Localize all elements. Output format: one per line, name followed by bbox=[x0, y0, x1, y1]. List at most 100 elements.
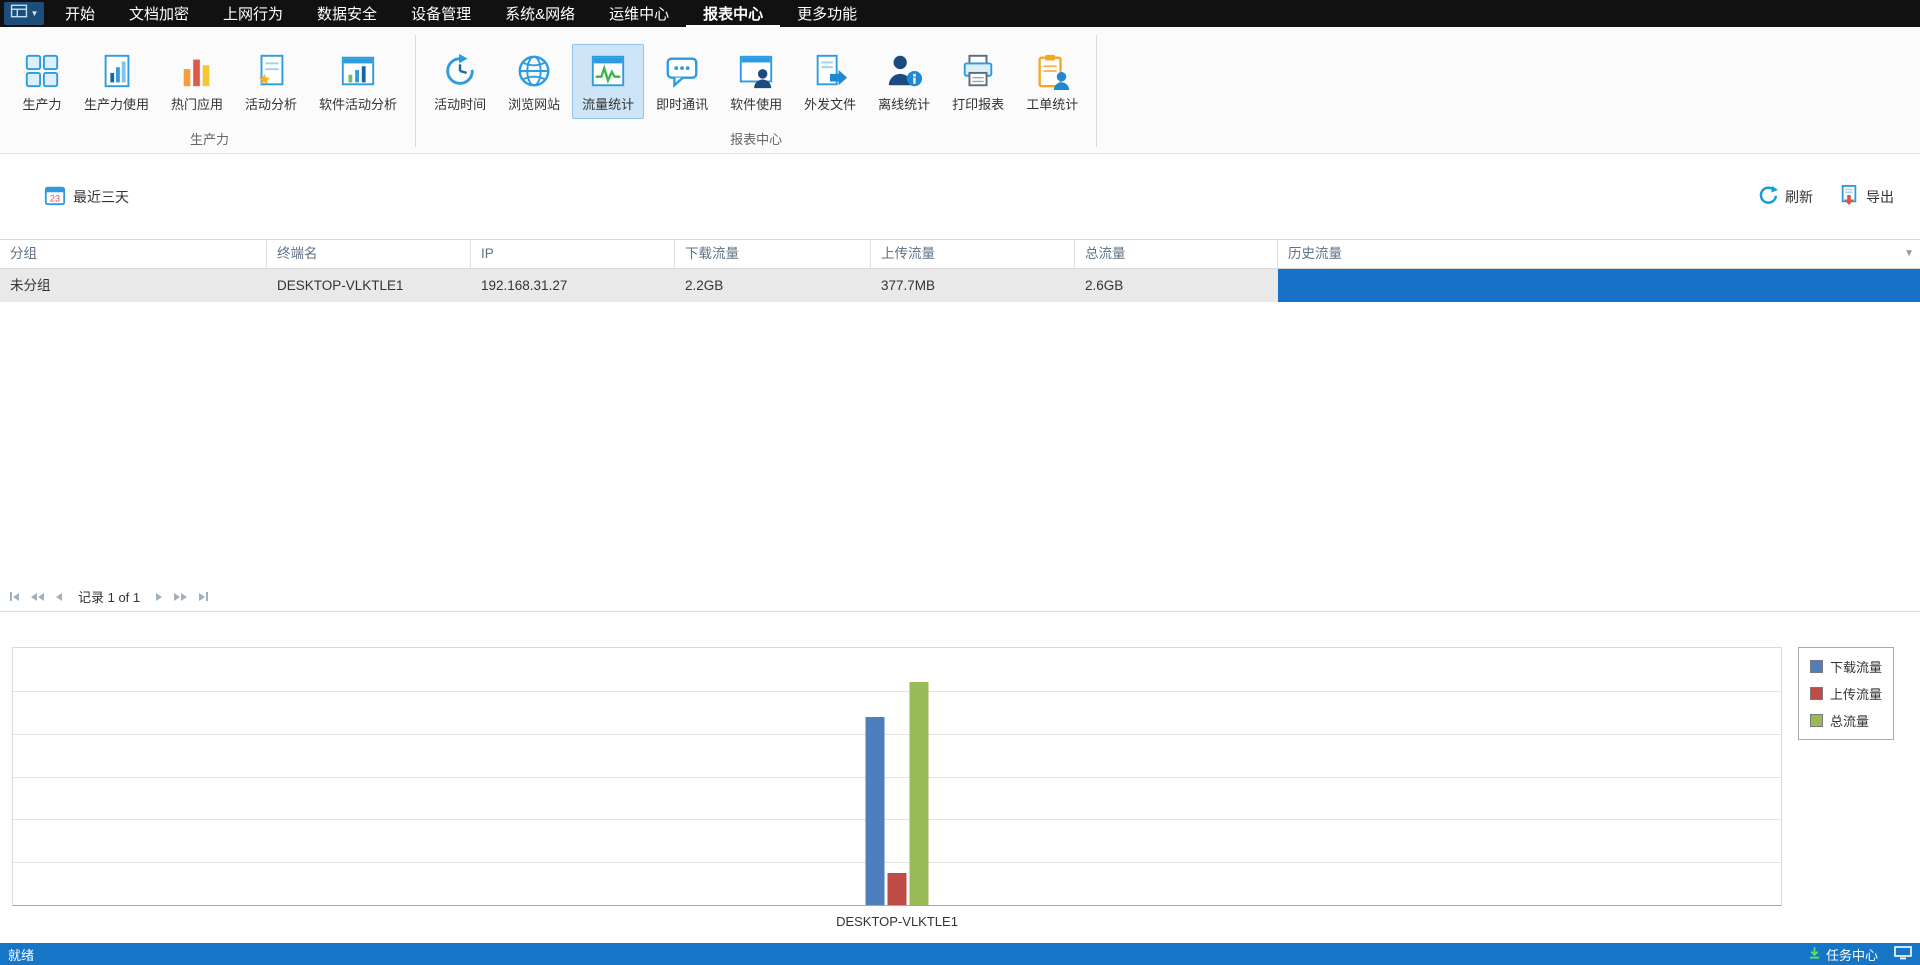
monitor-icon[interactable] bbox=[1894, 945, 1912, 963]
chat-bubble-icon bbox=[662, 51, 702, 91]
document-star-icon bbox=[251, 51, 291, 91]
export-button[interactable]: 导出 bbox=[1839, 184, 1894, 209]
download-traffic-bar bbox=[865, 716, 885, 905]
chevron-down-icon: ▼ bbox=[30, 8, 39, 18]
offline-stats-button[interactable]: 离线统计 bbox=[868, 44, 940, 119]
tab-system-network[interactable]: 系统&网络 bbox=[488, 0, 592, 27]
column-header-total[interactable]: 总流量 bbox=[1075, 240, 1278, 268]
content-toolbar: 23 最近三天 刷新 导出 bbox=[0, 154, 1920, 239]
traffic-bar-chart: DESKTOP-VLKTLE1 下载流量 上传流量 总流量 bbox=[0, 612, 1920, 943]
outgoing-files-button[interactable]: 外发文件 bbox=[794, 44, 866, 119]
history-traffic-bar bbox=[1278, 269, 1920, 302]
document-arrow-icon bbox=[810, 51, 850, 91]
productivity-usage-button[interactable]: 生产力使用 bbox=[74, 44, 159, 119]
last-page-button[interactable] bbox=[197, 590, 210, 603]
user-info-icon bbox=[884, 51, 924, 91]
instant-messaging-button[interactable]: 即时通讯 bbox=[646, 44, 718, 119]
next-page-button[interactable] bbox=[154, 591, 164, 603]
window-chart-icon bbox=[338, 51, 378, 91]
clipboard-user-icon bbox=[1032, 51, 1072, 91]
svg-text:23: 23 bbox=[50, 193, 60, 203]
activity-analysis-button[interactable]: 活动分析 bbox=[235, 44, 307, 119]
tab-report-center[interactable]: 报表中心 bbox=[686, 0, 780, 27]
tab-home[interactable]: 开始 bbox=[48, 0, 112, 27]
software-usage-button[interactable]: 软件使用 bbox=[720, 44, 792, 119]
column-header-history[interactable]: 历史流量 ▼ bbox=[1278, 240, 1920, 268]
ribbon-button-label: 生产力 bbox=[22, 96, 62, 112]
cell-terminal: DESKTOP-VLKTLE1 bbox=[277, 278, 404, 293]
ribbon-button-label: 热门应用 bbox=[171, 96, 224, 112]
table-empty-area bbox=[0, 302, 1920, 582]
ribbon-button-label: 活动分析 bbox=[245, 96, 298, 112]
chart-legend: 下载流量 上传流量 总流量 bbox=[1797, 647, 1894, 740]
column-header-download[interactable]: 下载流量 bbox=[675, 240, 871, 268]
activity-time-button[interactable]: 活动时间 bbox=[424, 44, 496, 119]
table-row[interactable]: 未分组 DESKTOP-VLKTLE1 192.168.31.27 2.2GB … bbox=[0, 269, 1920, 302]
ribbon: 生产力 生产力使用 热门应用 活动分析 软件活动分析 生产力 活动时间 浏览网站… bbox=[0, 27, 1920, 154]
app-window-icon bbox=[10, 4, 28, 23]
legend-item-total: 总流量 bbox=[1809, 711, 1882, 730]
app-menu-button[interactable]: ▼ bbox=[4, 2, 44, 25]
clock-refresh-icon bbox=[440, 51, 480, 91]
ribbon-group-separator bbox=[1096, 35, 1098, 147]
cell-upload: 377.7MB bbox=[881, 278, 936, 293]
ribbon-button-label: 工单统计 bbox=[1026, 96, 1079, 112]
next-group-button[interactable] bbox=[172, 591, 189, 603]
first-page-button[interactable] bbox=[8, 590, 21, 603]
legend-label-upload: 上传流量 bbox=[1829, 687, 1882, 702]
column-header-ip[interactable]: IP bbox=[471, 240, 675, 268]
task-center-label: 任务中心 bbox=[1825, 947, 1878, 963]
legend-item-download: 下载流量 bbox=[1809, 657, 1882, 676]
legend-swatch-upload bbox=[1809, 687, 1823, 700]
hot-apps-button[interactable]: 热门应用 bbox=[161, 44, 233, 119]
table-header: 分组 终端名 IP 下载流量 上传流量 总流量 历史流量 ▼ bbox=[0, 239, 1920, 269]
task-center-button[interactable]: 任务中心 bbox=[1808, 945, 1878, 964]
work-order-stats-button[interactable]: 工单统计 bbox=[1016, 44, 1088, 119]
ribbon-button-label: 软件活动分析 bbox=[319, 96, 398, 112]
printer-icon bbox=[958, 51, 998, 91]
column-header-terminal[interactable]: 终端名 bbox=[267, 240, 471, 268]
date-filter-label: 最近三天 bbox=[73, 188, 129, 205]
legend-label-total: 总流量 bbox=[1829, 714, 1869, 729]
status-ready-label: 就绪 bbox=[8, 947, 35, 963]
column-dropdown-icon[interactable]: ▼ bbox=[1904, 240, 1914, 268]
tab-device-management[interactable]: 设备管理 bbox=[394, 0, 488, 27]
refresh-button[interactable]: 刷新 bbox=[1758, 185, 1813, 208]
refresh-icon bbox=[1758, 185, 1778, 208]
column-header-group[interactable]: 分组 bbox=[0, 240, 267, 268]
pagination-bar: 记录 1 of 1 bbox=[0, 582, 1920, 612]
tab-more-features[interactable]: 更多功能 bbox=[780, 0, 874, 27]
globe-icon bbox=[514, 51, 554, 91]
date-filter-button[interactable]: 23 最近三天 bbox=[44, 184, 129, 209]
tab-operations-center[interactable]: 运维中心 bbox=[592, 0, 686, 27]
browse-website-button[interactable]: 浏览网站 bbox=[498, 44, 570, 119]
grid-squares-icon bbox=[22, 51, 62, 91]
traffic-stats-button[interactable]: 流量统计 bbox=[572, 43, 645, 119]
refresh-label: 刷新 bbox=[1785, 188, 1813, 205]
ribbon-button-label: 活动时间 bbox=[434, 96, 487, 112]
colored-bars-icon bbox=[177, 51, 217, 91]
legend-swatch-total bbox=[1809, 714, 1823, 727]
ribbon-button-label: 流量统计 bbox=[582, 96, 635, 112]
ribbon-tabs: 开始 文档加密 上网行为 数据安全 设备管理 系统&网络 运维中心 报表中心 更… bbox=[48, 0, 874, 27]
prev-page-button[interactable] bbox=[54, 591, 64, 603]
ribbon-button-label: 浏览网站 bbox=[508, 96, 561, 112]
productivity-button[interactable]: 生产力 bbox=[12, 44, 72, 119]
print-report-button[interactable]: 打印报表 bbox=[942, 44, 1014, 119]
column-header-upload[interactable]: 上传流量 bbox=[871, 240, 1075, 268]
export-label: 导出 bbox=[1866, 188, 1894, 205]
tab-internet-behavior[interactable]: 上网行为 bbox=[206, 0, 300, 27]
tab-document-encryption[interactable]: 文档加密 bbox=[112, 0, 206, 27]
chart-plot-area bbox=[12, 647, 1782, 906]
legend-swatch-download bbox=[1809, 660, 1823, 673]
prev-group-button[interactable] bbox=[29, 591, 46, 603]
tab-data-security[interactable]: 数据安全 bbox=[300, 0, 394, 27]
ribbon-button-label: 外发文件 bbox=[804, 96, 857, 112]
cell-download: 2.2GB bbox=[685, 278, 724, 293]
upload-traffic-bar bbox=[887, 873, 907, 905]
x-axis-category-label: DESKTOP-VLKTLE1 bbox=[836, 914, 958, 929]
software-activity-analysis-button[interactable]: 软件活动分析 bbox=[309, 44, 407, 119]
ribbon-group-productivity: 生产力 生产力使用 热门应用 活动分析 软件活动分析 生产力 bbox=[6, 27, 413, 153]
ribbon-button-label: 离线统计 bbox=[878, 96, 931, 112]
document-bars-icon bbox=[97, 51, 137, 91]
